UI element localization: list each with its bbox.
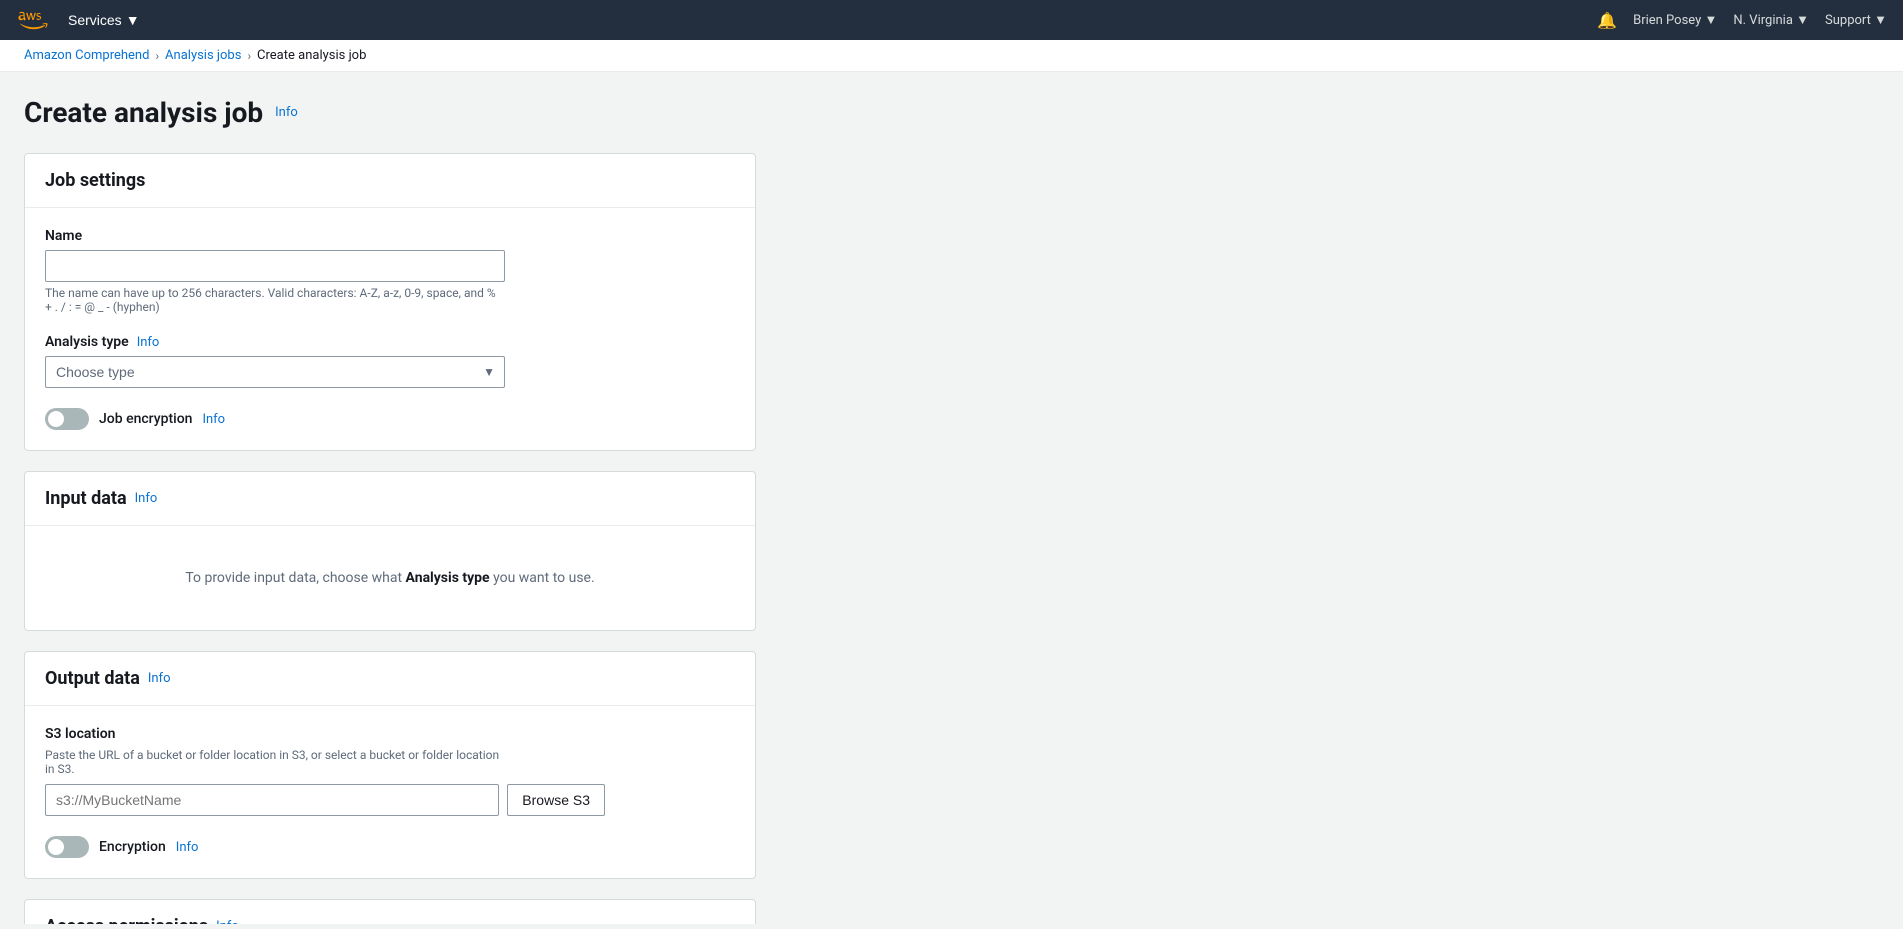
services-label: Services (68, 12, 122, 28)
top-nav: Services ▼ 🔔 Brien Posey ▼ N. Virginia ▼… (0, 0, 1903, 40)
s3-location-hint: Paste the URL of a bucket or folder loca… (45, 748, 505, 776)
input-data-msg-prefix: To provide input data, choose what (185, 570, 405, 586)
browse-s3-button[interactable]: Browse S3 (507, 784, 605, 816)
page-header: Create analysis job Info (24, 96, 756, 129)
output-data-title: Output data (45, 668, 140, 689)
analysis-type-field-group: Analysis type Info Choose type ▼ (45, 334, 735, 388)
breadcrumb-parent[interactable]: Analysis jobs (165, 48, 241, 63)
username-label: Brien Posey (1633, 13, 1701, 28)
input-data-title: Input data (45, 488, 127, 509)
region-label: N. Virginia (1733, 13, 1793, 28)
analysis-type-select[interactable]: Choose type (45, 356, 505, 388)
input-data-header: Input data Info (25, 472, 755, 526)
page-info-link[interactable]: Info (275, 105, 298, 120)
job-settings-body: Name The name can have up to 256 charact… (25, 208, 755, 450)
region-chevron-icon: ▼ (1796, 13, 1809, 28)
encryption-field-group: Encryption Info (45, 836, 735, 858)
access-permissions-header: Access permissions Info (25, 900, 755, 924)
input-data-msg-highlight: Analysis type (406, 570, 490, 586)
page-wrapper: Create analysis job Info Job settings Na… (0, 72, 1903, 924)
name-field-group: Name The name can have up to 256 charact… (45, 228, 735, 314)
job-settings-header: Job settings (25, 154, 755, 208)
main-content: Create analysis job Info Job settings Na… (0, 72, 780, 924)
job-encryption-slider (45, 408, 89, 430)
page-title: Create analysis job (24, 96, 263, 129)
job-encryption-field-group: Job encryption Info (45, 408, 735, 430)
breadcrumb-current: Create analysis job (257, 48, 366, 63)
job-encryption-toggle[interactable] (45, 408, 89, 430)
input-data-message: To provide input data, choose what Analy… (45, 546, 735, 610)
services-button[interactable]: Services ▼ (60, 8, 148, 32)
output-data-info-link[interactable]: Info (148, 671, 171, 686)
output-data-body: S3 location Paste the URL of a bucket or… (25, 706, 755, 878)
access-permissions-info-link[interactable]: Info (216, 919, 239, 924)
analysis-type-label-row: Analysis type Info (45, 334, 735, 350)
analysis-type-select-wrapper: Choose type ▼ (45, 356, 505, 388)
encryption-slider (45, 836, 89, 858)
encryption-label: Encryption (99, 839, 166, 855)
access-permissions-section: Access permissions Info (24, 899, 756, 924)
encryption-toggle[interactable] (45, 836, 89, 858)
top-nav-left: Services ▼ (16, 8, 148, 32)
name-hint: The name can have up to 256 characters. … (45, 286, 505, 314)
user-menu[interactable]: Brien Posey ▼ (1633, 12, 1717, 28)
input-data-info-link[interactable]: Info (135, 491, 158, 506)
breadcrumb-sep-2: › (247, 49, 251, 63)
top-nav-right: 🔔 Brien Posey ▼ N. Virginia ▼ Support ▼ (1597, 11, 1887, 30)
input-data-section: Input data Info To provide input data, c… (24, 471, 756, 631)
job-encryption-info-link[interactable]: Info (202, 412, 225, 427)
breadcrumb-sep-1: › (155, 49, 159, 63)
name-label: Name (45, 228, 735, 244)
output-data-header: Output data Info (25, 652, 755, 706)
aws-logo-icon (16, 10, 48, 30)
breadcrumb: Amazon Comprehend › Analysis jobs › Crea… (0, 40, 1903, 72)
s3-location-label: S3 location (45, 726, 735, 742)
services-chevron-icon: ▼ (126, 12, 140, 28)
user-chevron-icon: ▼ (1705, 13, 1718, 28)
access-permissions-title: Access permissions (45, 916, 208, 924)
breadcrumb-home[interactable]: Amazon Comprehend (24, 48, 149, 63)
aws-logo (16, 10, 48, 30)
region-menu[interactable]: N. Virginia ▼ (1733, 12, 1809, 28)
s3-location-input[interactable] (45, 784, 499, 816)
support-menu[interactable]: Support ▼ (1825, 12, 1887, 28)
support-chevron-icon: ▼ (1874, 13, 1887, 28)
job-settings-section: Job settings Name The name can have up t… (24, 153, 756, 451)
support-label: Support (1825, 13, 1871, 28)
analysis-type-info-link[interactable]: Info (137, 335, 160, 350)
input-data-msg-suffix: you want to use. (490, 570, 595, 586)
encryption-toggle-row: Encryption Info (45, 836, 735, 858)
name-input[interactable] (45, 250, 505, 282)
s3-input-row: Browse S3 (45, 784, 605, 816)
s3-location-field-group: S3 location Paste the URL of a bucket or… (45, 726, 735, 816)
encryption-info-link[interactable]: Info (176, 840, 199, 855)
job-encryption-label: Job encryption (99, 411, 192, 427)
notifications-bell-icon[interactable]: 🔔 (1597, 11, 1617, 30)
input-data-body: To provide input data, choose what Analy… (25, 526, 755, 630)
job-settings-title: Job settings (45, 170, 145, 191)
output-data-section: Output data Info S3 location Paste the U… (24, 651, 756, 879)
job-encryption-toggle-row: Job encryption Info (45, 408, 735, 430)
analysis-type-label: Analysis type (45, 334, 129, 350)
